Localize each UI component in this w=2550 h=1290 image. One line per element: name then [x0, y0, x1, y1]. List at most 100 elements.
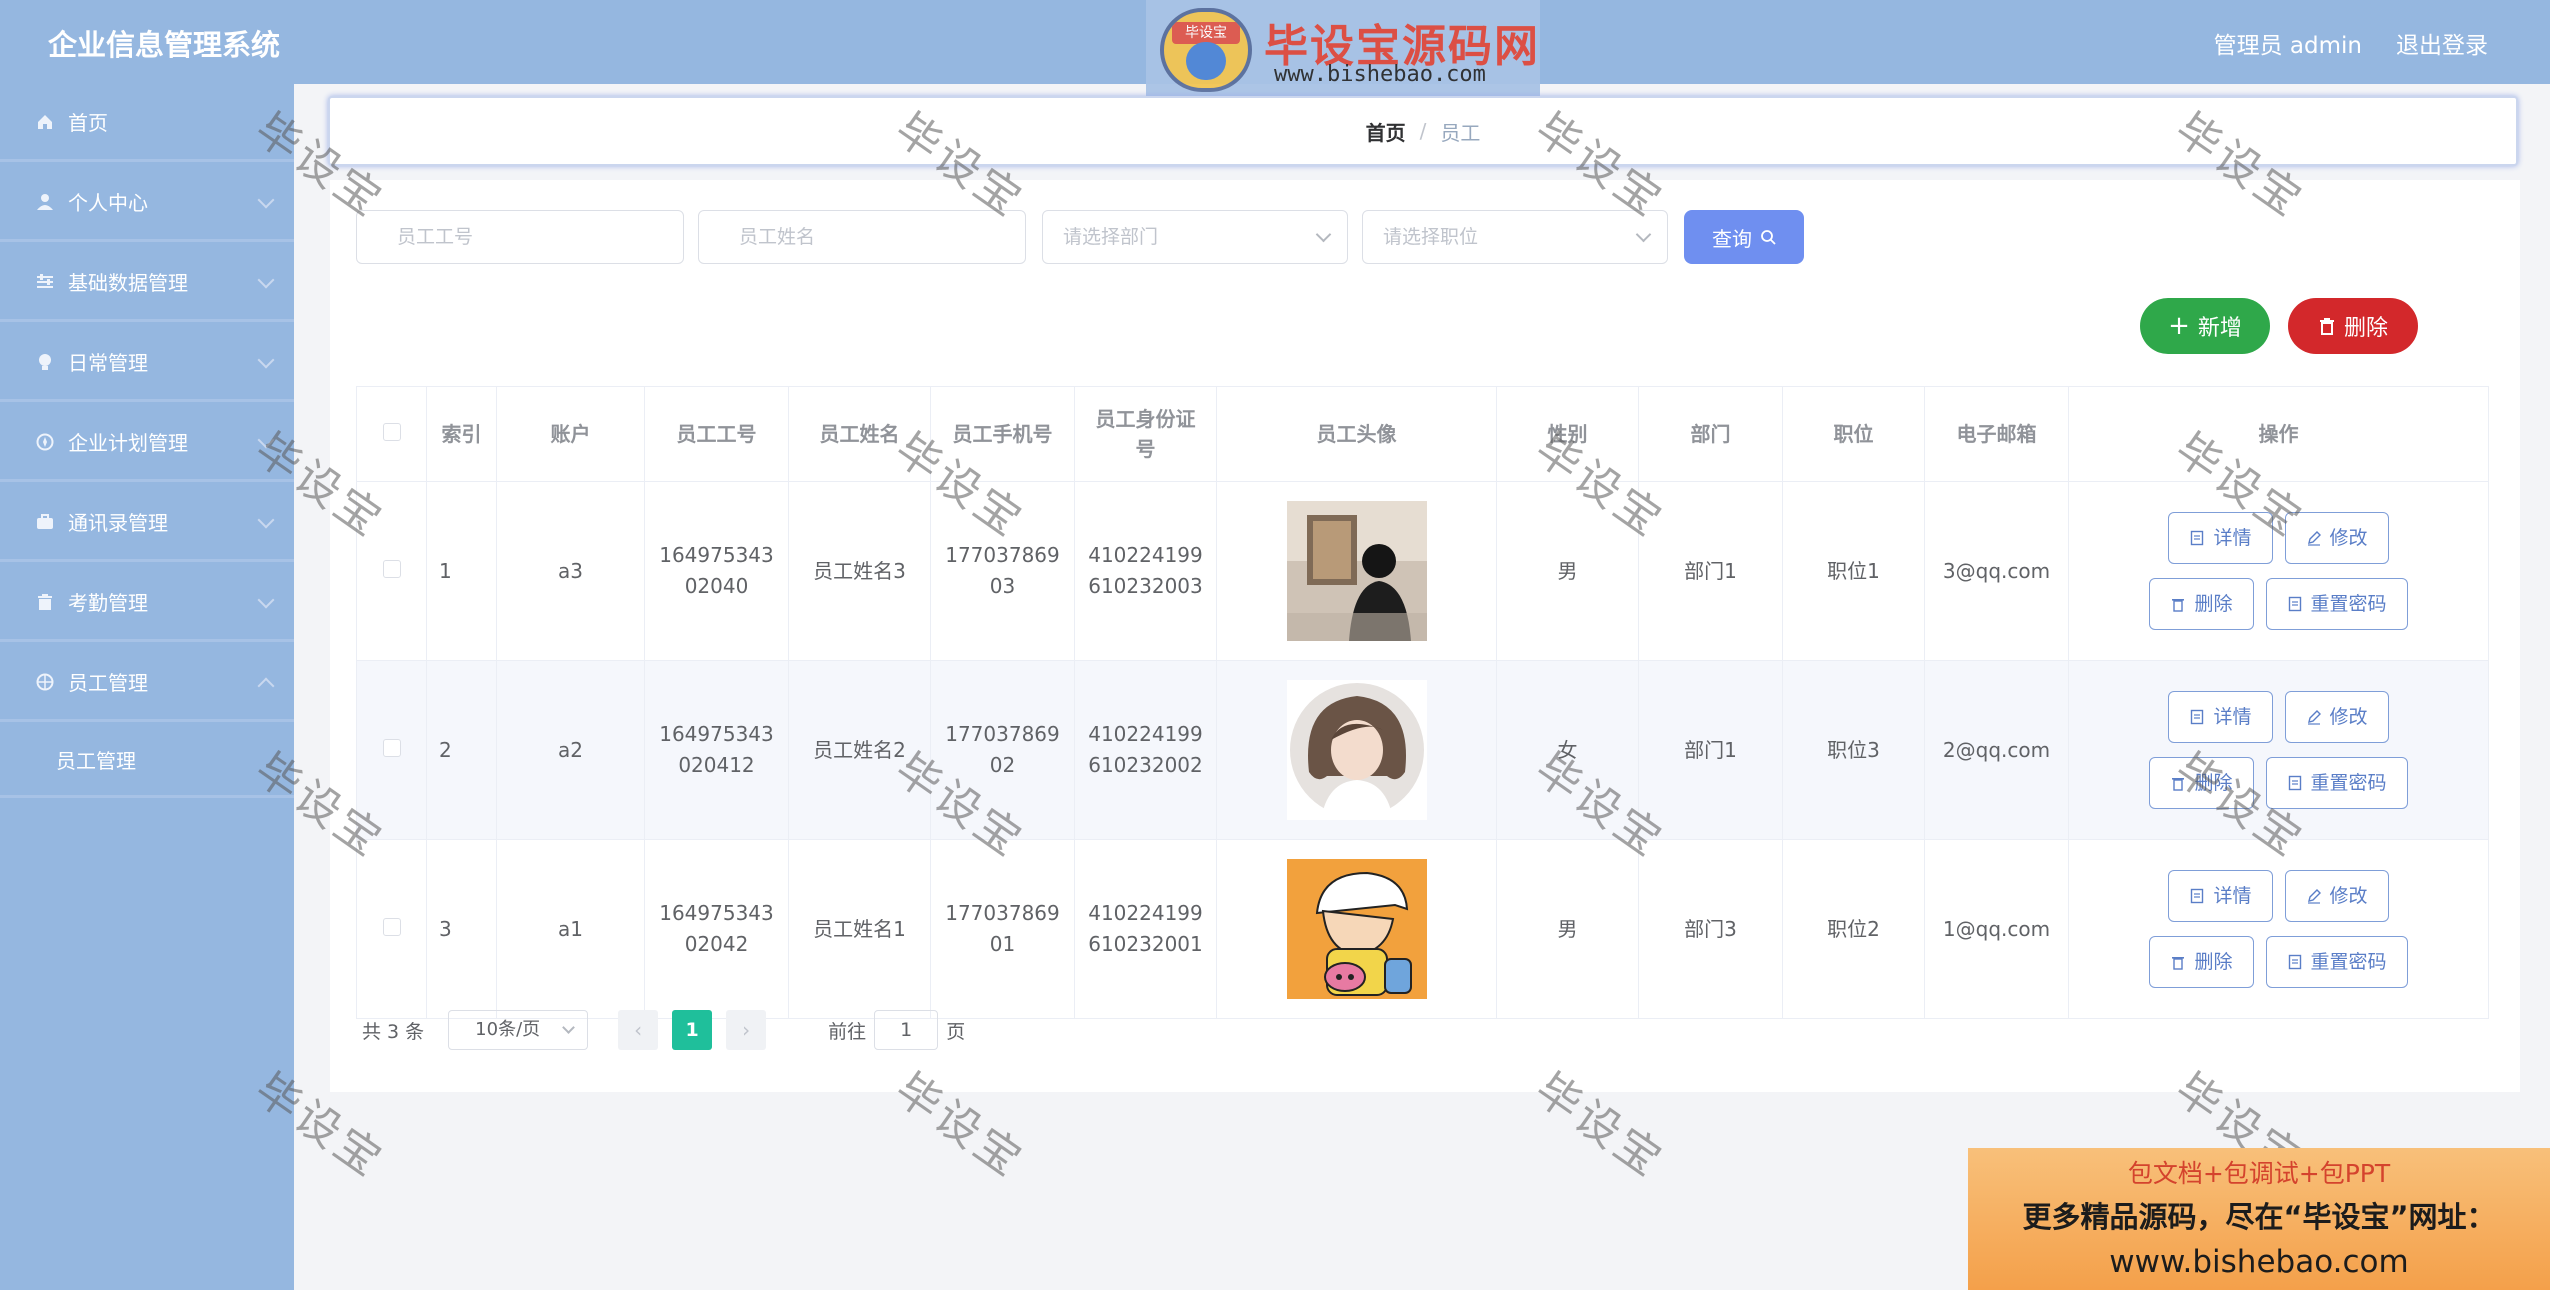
cell-account: a2	[496, 660, 645, 840]
logout-link[interactable]: 退出登录	[2396, 26, 2488, 60]
row-checkbox[interactable]	[356, 481, 427, 661]
sidebar-item-contacts[interactable]: 通讯录管理	[0, 484, 294, 562]
sidebar-item-home[interactable]: 首页	[0, 84, 294, 162]
promo-banner[interactable]: 包文档+包调试+包PPT 更多精品源码，尽在“毕设宝”网址： www.bishe…	[1968, 1148, 2550, 1290]
chevron-down-icon	[257, 591, 275, 609]
reset-password-button[interactable]: 重置密码	[2265, 936, 2408, 988]
document-icon	[2288, 596, 2301, 612]
sidebar-item-profile[interactable]: 个人中心	[0, 164, 294, 242]
avatar	[1286, 859, 1427, 999]
sidebar-item-employee[interactable]: 员工管理	[0, 644, 294, 722]
detail-button-label: 详情	[2213, 884, 2252, 907]
sidebar-item-basic-data[interactable]: 基础数据管理	[0, 244, 294, 322]
cell-id-card: 410224199 610232003	[1074, 481, 1217, 661]
edit-button[interactable]: 修改	[2284, 512, 2389, 564]
emp-no-input[interactable]: 员工工号	[356, 210, 684, 264]
cell-position: 职位3	[1782, 660, 1925, 840]
column-header: 职位	[1782, 386, 1925, 482]
sliders-icon	[34, 271, 56, 293]
promo-line-3: www.bishebao.com	[2109, 1244, 2409, 1280]
sidebar-item-daily[interactable]: 日常管理	[0, 324, 294, 402]
cell-gender: 男	[1496, 481, 1639, 661]
cell-index: 3	[426, 839, 497, 1019]
sidebar-subitem-employee[interactable]: 员工管理	[0, 724, 294, 798]
chevron-down-icon	[257, 431, 275, 449]
cell-position: 职位1	[1782, 481, 1925, 661]
column-header: 员工头像	[1216, 386, 1497, 482]
query-button[interactable]: 查询	[1684, 210, 1804, 264]
sidebar-item-label: 员工管理	[68, 671, 148, 695]
reset-password-button[interactable]: 重置密码	[2265, 757, 2408, 809]
column-header: 员工姓名	[788, 386, 931, 482]
detail-button[interactable]: 详情	[2168, 512, 2273, 564]
delete-button[interactable]: 删除	[2149, 578, 2254, 630]
edit-button[interactable]: 修改	[2284, 870, 2389, 922]
position-select[interactable]: 请选择职位	[1362, 210, 1668, 264]
cell-email: 3@qq.com	[1924, 481, 2069, 661]
cell-dept: 部门1	[1638, 660, 1783, 840]
cell-account: a1	[496, 839, 645, 1019]
select-all-checkbox[interactable]	[356, 386, 427, 482]
trash-icon	[2172, 778, 2185, 791]
cell-dept: 部门1	[1638, 481, 1783, 661]
table-row: 3 a1 164975343 02042 员工姓名1 177037869 01 41…	[356, 839, 2489, 1019]
cell-gender: 女	[1496, 660, 1639, 840]
sidebar-item-label: 通讯录管理	[68, 511, 168, 535]
sidebar-item-attendance[interactable]: 考勤管理	[0, 564, 294, 642]
sidebar: 首页 个人中心 基础数据管理 日常管理 企业计划管理 通讯录管理 考勤管理 员工…	[0, 84, 294, 1290]
cell-emp-no: 164975343 020412	[644, 660, 789, 840]
cell-id-card: 410224199 610232002	[1074, 660, 1217, 840]
delete-button[interactable]: 删除	[2149, 757, 2254, 809]
logo-url: www.bishebao.com	[1274, 62, 1486, 87]
cell-avatar	[1216, 481, 1497, 661]
delete-button-label: 删除	[2194, 771, 2233, 794]
cell-dept: 部门3	[1638, 839, 1783, 1019]
globe-icon	[34, 671, 56, 693]
reset-password-button[interactable]: 重置密码	[2265, 578, 2408, 630]
emp-name-input[interactable]: 员工姓名	[698, 210, 1026, 264]
goto-prefix: 前往	[828, 1020, 867, 1043]
breadcrumb-home[interactable]: 首页	[1366, 117, 1406, 146]
user-area: 管理员 admin 退出登录	[2214, 26, 2488, 60]
delete-button[interactable]: 删除	[2149, 936, 2254, 988]
cell-avatar	[1216, 839, 1497, 1019]
compass-icon	[34, 431, 56, 453]
current-user[interactable]: 管理员 admin	[2214, 26, 2362, 60]
edit-button-label: 修改	[2329, 526, 2368, 549]
cell-operations: 详情 修改 删除 重置密码	[2068, 839, 2489, 1019]
chevron-down-icon	[257, 351, 275, 369]
cell-position: 职位2	[1782, 839, 1925, 1019]
page-size-select[interactable]: 10条/页	[448, 1010, 589, 1050]
chevron-up-icon	[257, 677, 275, 695]
trash-icon	[2172, 599, 2185, 612]
breadcrumb-current: 员工	[1440, 120, 1481, 145]
promo-line-2: 更多精品源码，尽在“毕设宝”网址：	[2022, 1200, 2496, 1234]
next-page-button[interactable]: ›	[726, 1010, 767, 1050]
detail-button[interactable]: 详情	[2168, 870, 2273, 922]
search-icon	[1761, 230, 1776, 245]
goto-page-input[interactable]: 1	[874, 1010, 939, 1050]
edit-button[interactable]: 修改	[2284, 691, 2389, 743]
batch-delete-button[interactable]: 删除	[2288, 298, 2418, 354]
add-button-label: 新增	[2197, 316, 2242, 341]
document-icon	[2191, 530, 2204, 546]
dept-select[interactable]: 请选择部门	[1042, 210, 1348, 264]
row-checkbox[interactable]	[356, 660, 427, 840]
page-size-value: 10条/页	[475, 1019, 541, 1040]
sidebar-item-plan[interactable]: 企业计划管理	[0, 404, 294, 482]
column-header: 员工身份证号	[1074, 386, 1217, 482]
prev-page-button[interactable]: ‹	[618, 1010, 659, 1050]
logo-badge-icon: 毕设宝	[1160, 8, 1252, 92]
app-title: 企业信息管理系统	[48, 28, 281, 62]
row-checkbox[interactable]	[356, 839, 427, 1019]
add-button[interactable]: + 新增	[2140, 298, 2270, 354]
cell-emp-no: 164975343 02040	[644, 481, 789, 661]
pagination-total: 共 3 条	[362, 1020, 425, 1043]
page-number-current[interactable]: 1	[672, 1010, 713, 1050]
table-row: 2 a2 164975343 020412 员工姓名2 177037869 02 4…	[356, 660, 2489, 840]
column-header: 部门	[1638, 386, 1783, 482]
reset-password-label: 重置密码	[2310, 771, 2387, 794]
query-button-label: 查询	[1712, 226, 1752, 251]
trash-icon	[34, 591, 56, 613]
detail-button[interactable]: 详情	[2168, 691, 2273, 743]
